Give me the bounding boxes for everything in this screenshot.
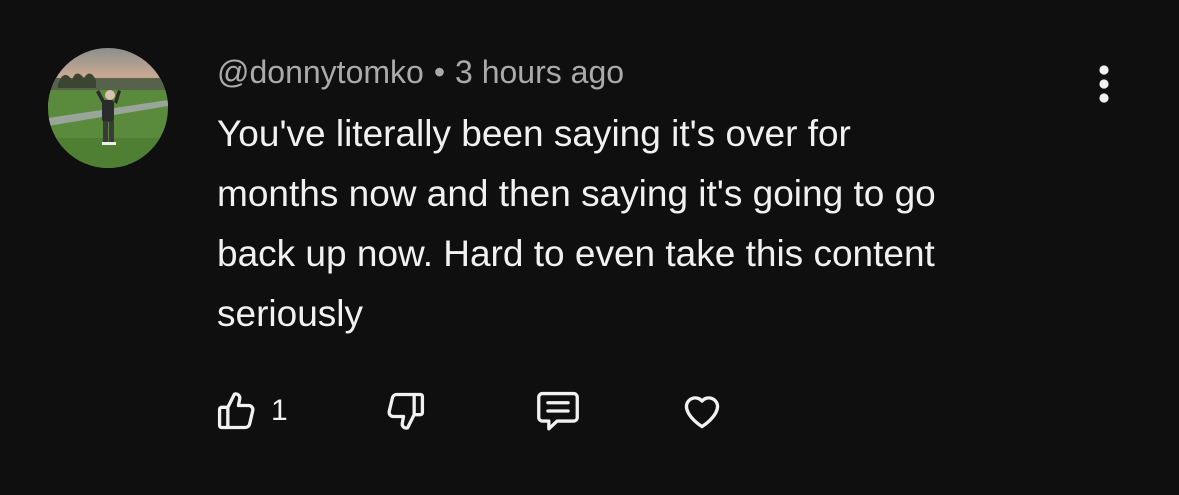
heart-icon [684,396,720,429]
more-options-button[interactable] [1084,62,1124,106]
avatar-image [48,48,168,168]
avatar[interactable] [48,48,168,168]
like-button[interactable]: 1 [215,386,288,436]
dislike-button[interactable] [383,386,427,436]
more-vertical-icon [1099,65,1109,103]
heart-button[interactable] [679,386,725,436]
reply-button[interactable] [533,386,583,436]
comment-meta: @donnytomko • 3 hours ago [217,52,624,92]
thumbs-down-icon [387,392,425,430]
meta-separator: • [433,54,446,90]
comment-item: @donnytomko • 3 hours ago You've literally… [0,0,1179,495]
comment-author[interactable]: @donnytomko [217,54,424,90]
like-count: 1 [271,394,288,427]
comment-text: You've literally been saying it's over f… [217,113,936,334]
comment-timestamp[interactable]: 3 hours ago [455,54,624,90]
thumbs-up-icon [217,392,255,430]
comment-icon [537,391,579,431]
